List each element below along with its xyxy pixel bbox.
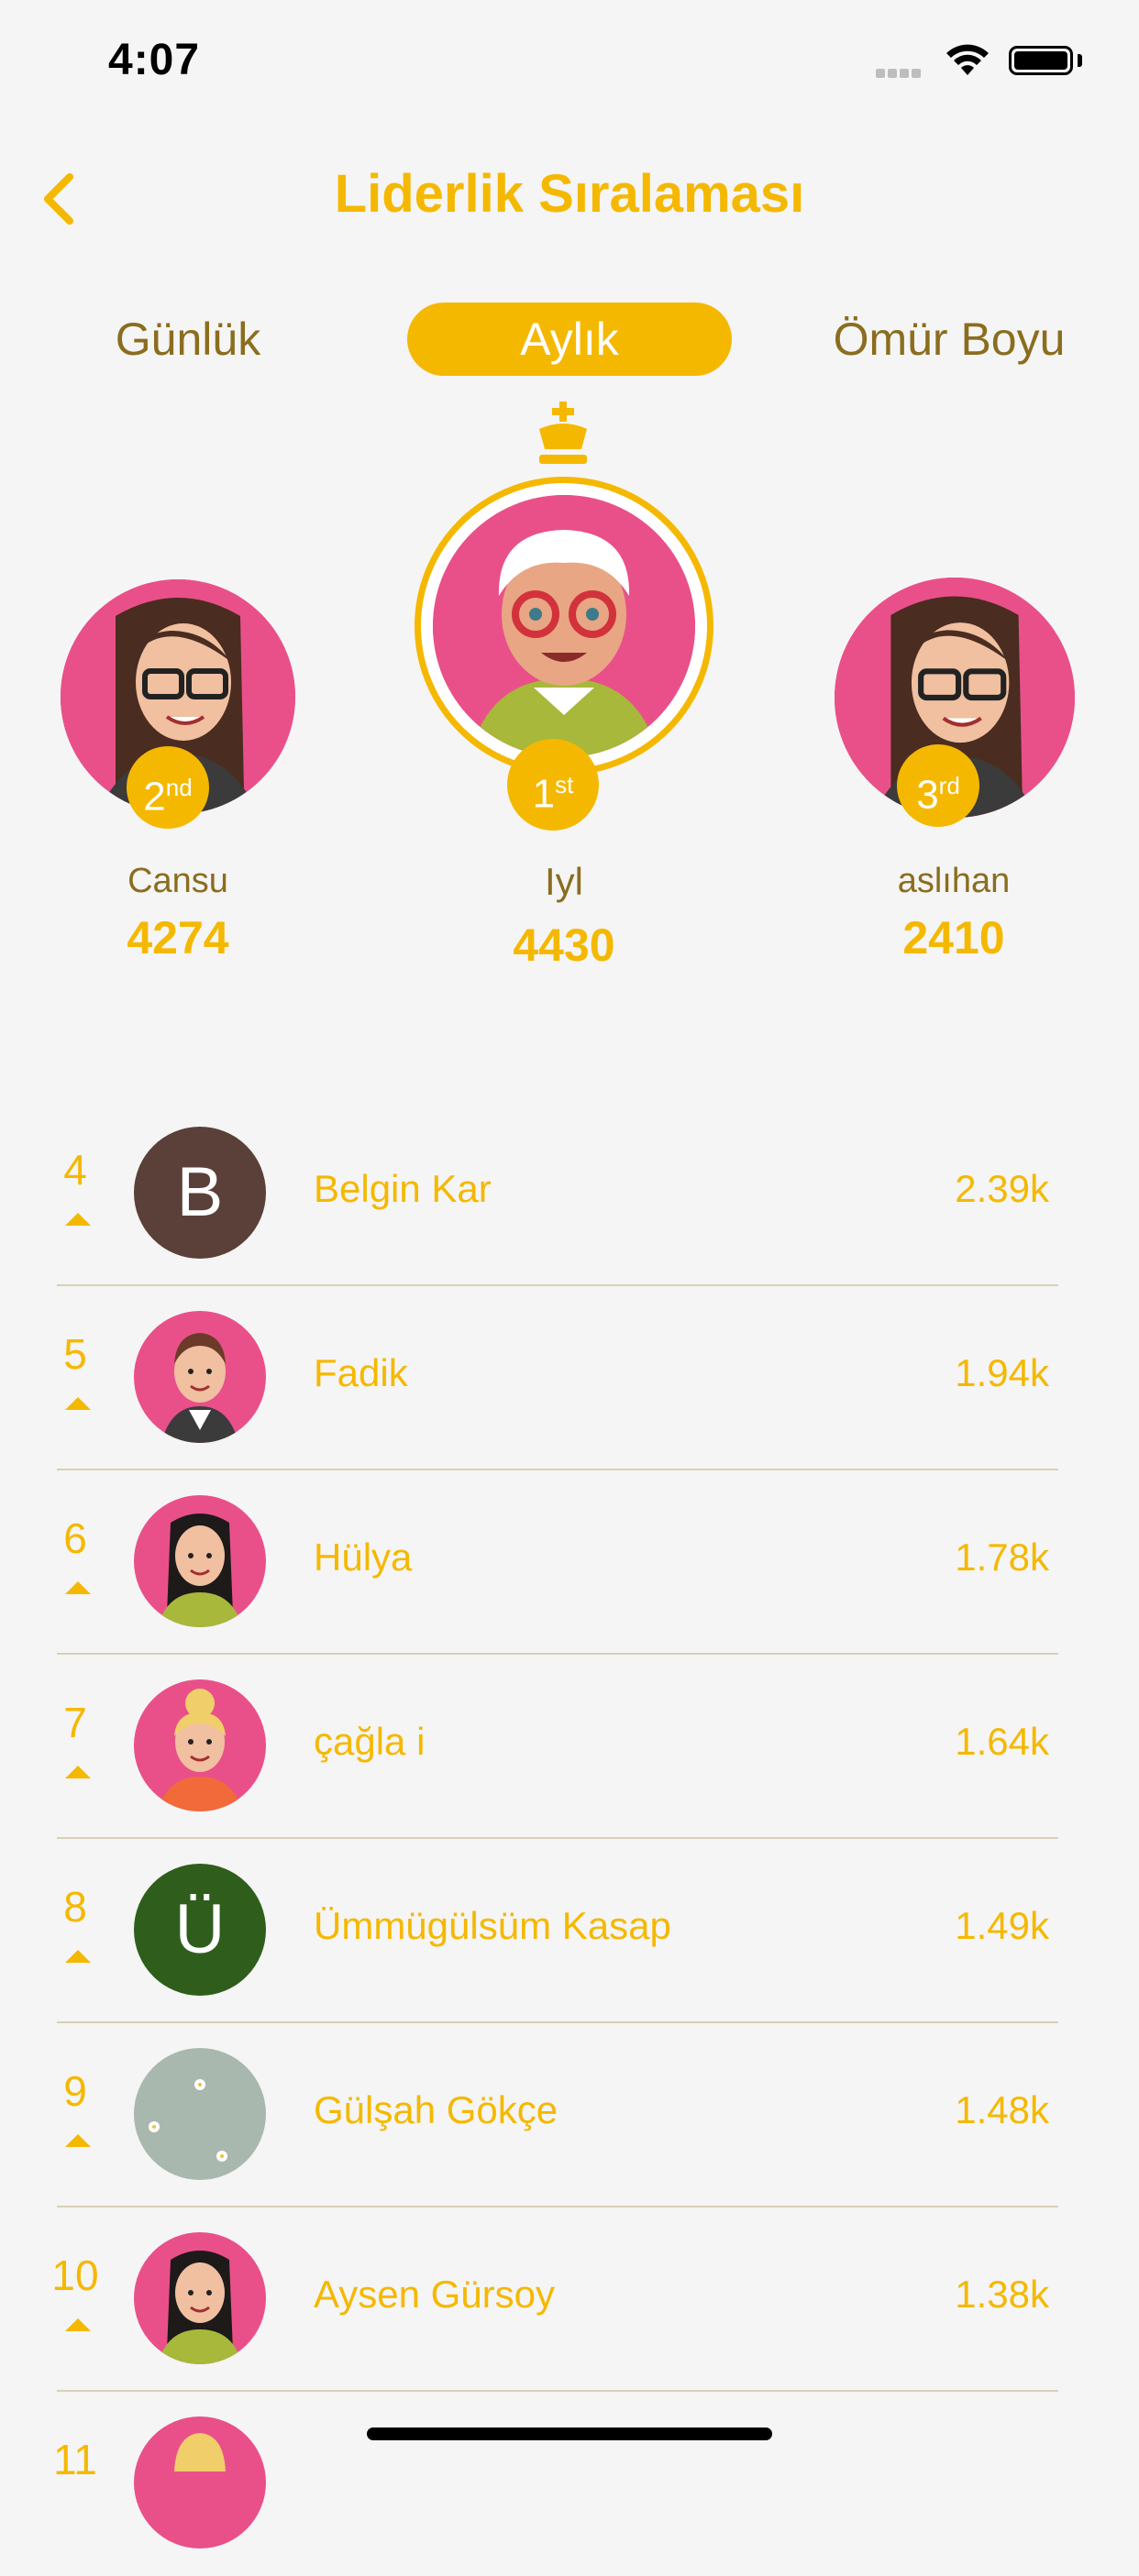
row-avatar [134, 2232, 266, 2364]
row-name: Hülya [314, 1536, 413, 1579]
leaderboard-row[interactable]: 4 B Belgin Kar 2.39k [57, 1103, 1058, 1286]
row-name: Gülşah Gökçe [314, 2088, 558, 2131]
rank-up-arrow-icon [65, 1581, 91, 1594]
rank-number: 2 [143, 774, 166, 820]
row-score: 1.94k [955, 1351, 1049, 1394]
home-indicator [367, 2427, 772, 2440]
rank-suffix: st [555, 771, 574, 798]
row-rank: 7 [63, 1699, 87, 1746]
row-score: 1.49k [955, 1904, 1049, 1947]
leaderboard-row[interactable]: 8 Ü Ümmügülsüm Kasap 1.49k [57, 1840, 1058, 2023]
status-time: 4:07 [108, 36, 201, 84]
row-score: 1.78k [955, 1536, 1049, 1579]
battery-icon [1009, 46, 1073, 75]
leaderboard-row[interactable]: 9 Gülşah Gökçe 1.48k [57, 2024, 1058, 2207]
row-rank: 10 [51, 2251, 99, 2299]
daisy-photo-avatar-icon [134, 2048, 266, 2180]
row-rank: 9 [63, 2067, 87, 2115]
tab-daily[interactable]: Günlük [64, 303, 312, 376]
row-avatar: B [134, 1127, 266, 1259]
row-avatar [134, 1679, 266, 1811]
row-rank: 6 [63, 1514, 87, 1562]
woman-avatar-icon [134, 2232, 266, 2364]
row-rank: 4 [63, 1146, 87, 1194]
rank-up-arrow-icon [65, 2134, 91, 2147]
first-place-avatar[interactable] [433, 495, 695, 757]
rank-suffix: rd [938, 772, 960, 799]
rank-suffix: nd [165, 774, 193, 801]
row-rank: 5 [63, 1330, 87, 1378]
row-name: Belgin Kar [314, 1167, 492, 1210]
woman-avatar-icon [134, 2416, 266, 2548]
first-place-name: Iyl [545, 860, 583, 903]
battery-tip [1078, 54, 1082, 67]
row-avatar [134, 1495, 266, 1627]
row-rank: 11 [53, 2436, 97, 2483]
row-score: 1.48k [955, 2088, 1049, 2131]
second-place-score: 4274 [127, 912, 229, 963]
first-place-badge: 1st [507, 739, 599, 831]
row-name: Aysen Gürsoy [314, 2273, 556, 2316]
woman-avatar-icon [134, 1495, 266, 1627]
second-place-name: Cansu [127, 862, 228, 900]
wifi-icon [946, 44, 989, 75]
grandma-avatar-icon [433, 495, 695, 757]
rank-up-arrow-icon [65, 1213, 91, 1226]
third-place-score: 2410 [902, 912, 1005, 963]
row-score: 1.64k [955, 1720, 1049, 1763]
rank-up-arrow-icon [65, 1950, 91, 1963]
row-avatar [134, 1311, 266, 1443]
row-name: çağla i [314, 1720, 426, 1763]
row-avatar: Ü [134, 1864, 266, 1996]
crown-icon [539, 402, 587, 464]
row-rank: 8 [63, 1883, 87, 1931]
leaderboard-row[interactable]: 5 Fadik 1.94k [57, 1287, 1058, 1470]
third-place-name: aslıhan [897, 862, 1011, 900]
tab-lifetime[interactable]: Ömür Boyu [807, 303, 1091, 376]
row-name: Fadik [314, 1351, 408, 1394]
leaderboard-row[interactable]: 7 çağla i 1.64k [57, 1656, 1058, 1839]
second-place-badge: 2nd [127, 746, 209, 829]
leaderboard-row[interactable]: 11 [53, 2393, 1058, 2576]
rank-up-arrow-icon [65, 1397, 91, 1410]
rank-number: 1 [532, 771, 556, 817]
leaderboard-row[interactable]: 10 Aysen Gürsoy 1.38k [51, 2208, 1058, 2392]
rank-up-arrow-icon [65, 1766, 91, 1778]
rank-number: 3 [916, 772, 939, 818]
row-avatar [134, 2048, 266, 2180]
woman-avatar-icon [134, 1311, 266, 1443]
page-title: Liderlik Sıralaması [334, 164, 805, 224]
row-name: Ümmügülsüm Kasap [314, 1904, 671, 1947]
row-score: 2.39k [955, 1167, 1049, 1210]
tab-monthly[interactable]: Aylık [407, 303, 732, 376]
third-place-badge: 3rd [897, 744, 979, 827]
leaderboard-row[interactable]: 6 Hülya 1.78k [57, 1471, 1058, 1655]
first-place-score: 4430 [513, 919, 615, 971]
rank-up-arrow-icon [65, 2318, 91, 2331]
row-score: 1.38k [955, 2273, 1049, 2316]
cellular-signal-icon [876, 66, 923, 83]
row-avatar [134, 2416, 266, 2548]
woman-avatar-icon [134, 1679, 266, 1811]
